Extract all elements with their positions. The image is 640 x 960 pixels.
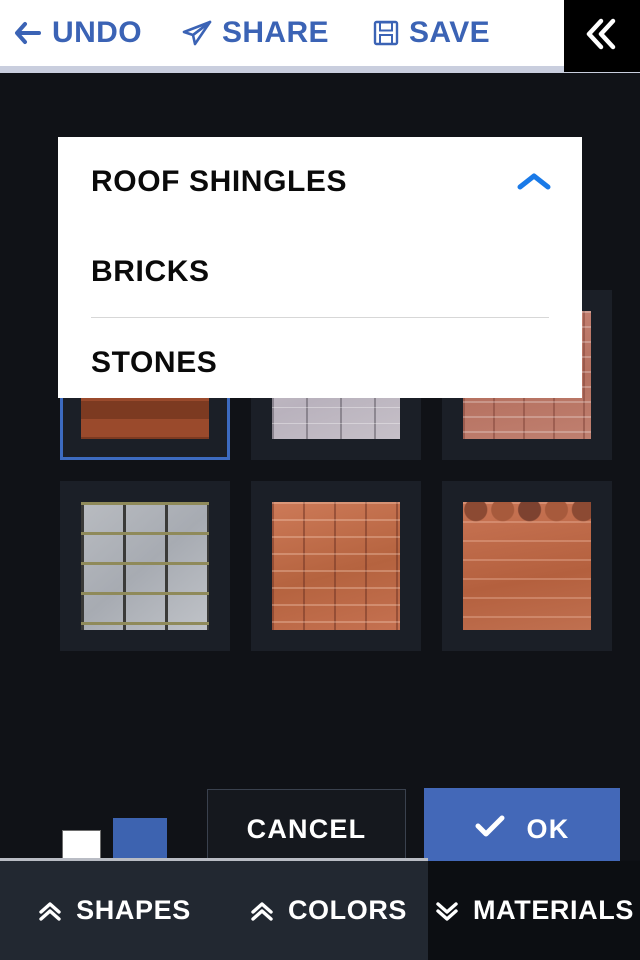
dropdown-option-roof-shingles[interactable]: ROOF SHINGLES bbox=[58, 137, 582, 227]
double-chevron-up-icon bbox=[249, 898, 275, 924]
material-tile-grey-cobblestone[interactable] bbox=[60, 481, 230, 651]
top-toolbar: UNDO SHARE SAVE bbox=[0, 0, 640, 66]
floppy-disk-icon bbox=[373, 20, 399, 46]
material-tile-scalloped-roof-tile[interactable] bbox=[442, 481, 612, 651]
material-thumbnail bbox=[463, 502, 591, 630]
cancel-label: CANCEL bbox=[246, 813, 367, 844]
dropdown-option-label: ROOF SHINGLES bbox=[91, 165, 348, 198]
category-dropdown: ROOF SHINGLES BRICKS STONES bbox=[58, 137, 582, 398]
chevron-up-icon[interactable] bbox=[514, 170, 554, 194]
double-chevron-left-icon bbox=[582, 17, 622, 56]
save-label: SAVE bbox=[408, 16, 491, 49]
tab-label: SHAPES bbox=[76, 895, 191, 925]
collapse-panel-button[interactable] bbox=[564, 0, 640, 72]
double-chevron-down-icon bbox=[434, 898, 460, 924]
ok-label: OK bbox=[526, 813, 570, 844]
dropdown-option-label: STONES bbox=[91, 346, 218, 379]
dropdown-option-stones[interactable]: STONES bbox=[58, 318, 582, 408]
share-label: SHARE bbox=[221, 16, 329, 49]
undo-label: UNDO bbox=[52, 16, 142, 49]
tab-label: COLORS bbox=[287, 895, 408, 925]
share-button[interactable]: SHARE bbox=[182, 16, 329, 50]
dropdown-option-label: BRICKS bbox=[91, 255, 210, 288]
cancel-button[interactable]: CANCEL bbox=[207, 789, 406, 869]
dropdown-option-bricks[interactable]: BRICKS bbox=[58, 227, 582, 317]
double-chevron-up-icon bbox=[37, 898, 63, 924]
tab-colors[interactable]: COLORS bbox=[228, 861, 428, 960]
material-thumbnail bbox=[81, 502, 209, 630]
undo-button[interactable]: UNDO bbox=[14, 16, 142, 50]
save-button[interactable]: SAVE bbox=[373, 16, 490, 50]
paper-plane-icon bbox=[182, 20, 212, 46]
ok-button[interactable]: OK bbox=[424, 788, 620, 870]
bottom-tabbar: SHAPES COLORS MATERIALS bbox=[0, 861, 640, 960]
back-arrow-icon bbox=[14, 20, 42, 46]
toolbar-underline bbox=[0, 66, 640, 73]
check-icon bbox=[475, 814, 505, 845]
tab-shapes[interactable]: SHAPES bbox=[0, 861, 228, 960]
material-tile-orange-brick[interactable] bbox=[251, 481, 421, 651]
tab-materials[interactable]: MATERIALS bbox=[428, 861, 640, 960]
tab-label: MATERIALS bbox=[473, 895, 634, 925]
material-thumbnail bbox=[272, 502, 400, 630]
app-root: UNDO SHARE SAVE CANCEL OK ROOF SHINGLES … bbox=[0, 0, 640, 960]
